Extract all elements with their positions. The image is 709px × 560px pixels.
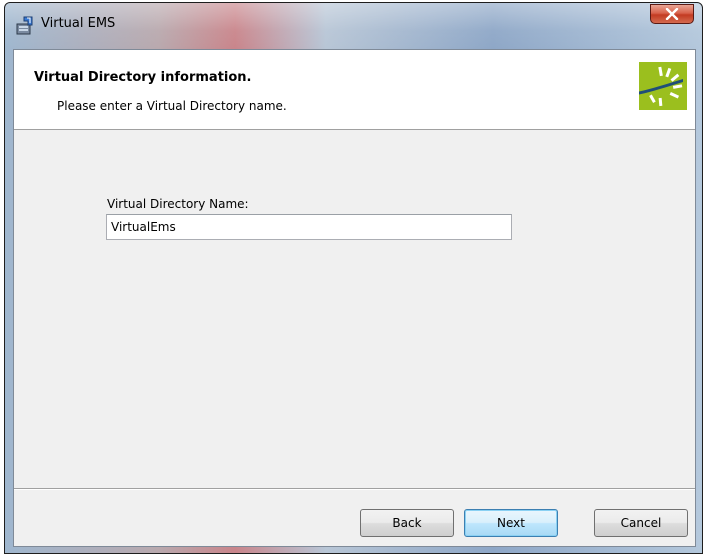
close-icon <box>665 8 679 20</box>
installer-window: Virtual EMS Virtual Directory informatio… <box>4 2 703 554</box>
cancel-button[interactable]: Cancel <box>594 509 688 537</box>
footer-divider <box>14 488 695 490</box>
window-title: Virtual EMS <box>41 16 116 31</box>
installer-package-icon <box>16 16 33 35</box>
page-title: Virtual Directory information. <box>34 70 252 85</box>
close-button[interactable] <box>650 4 694 24</box>
back-button[interactable]: Back <box>360 509 454 537</box>
dialog-client-area: Virtual Directory information. Please en… <box>13 49 696 547</box>
virtual-directory-name-label: Virtual Directory Name: <box>107 197 249 211</box>
title-bar[interactable]: Virtual EMS <box>5 3 702 49</box>
ems-logo-icon <box>639 62 687 110</box>
page-subtitle: Please enter a Virtual Directory name. <box>57 99 287 113</box>
header-banner: Virtual Directory information. Please en… <box>14 50 695 130</box>
next-button[interactable]: Next <box>464 509 558 537</box>
virtual-directory-name-input[interactable] <box>106 214 512 240</box>
